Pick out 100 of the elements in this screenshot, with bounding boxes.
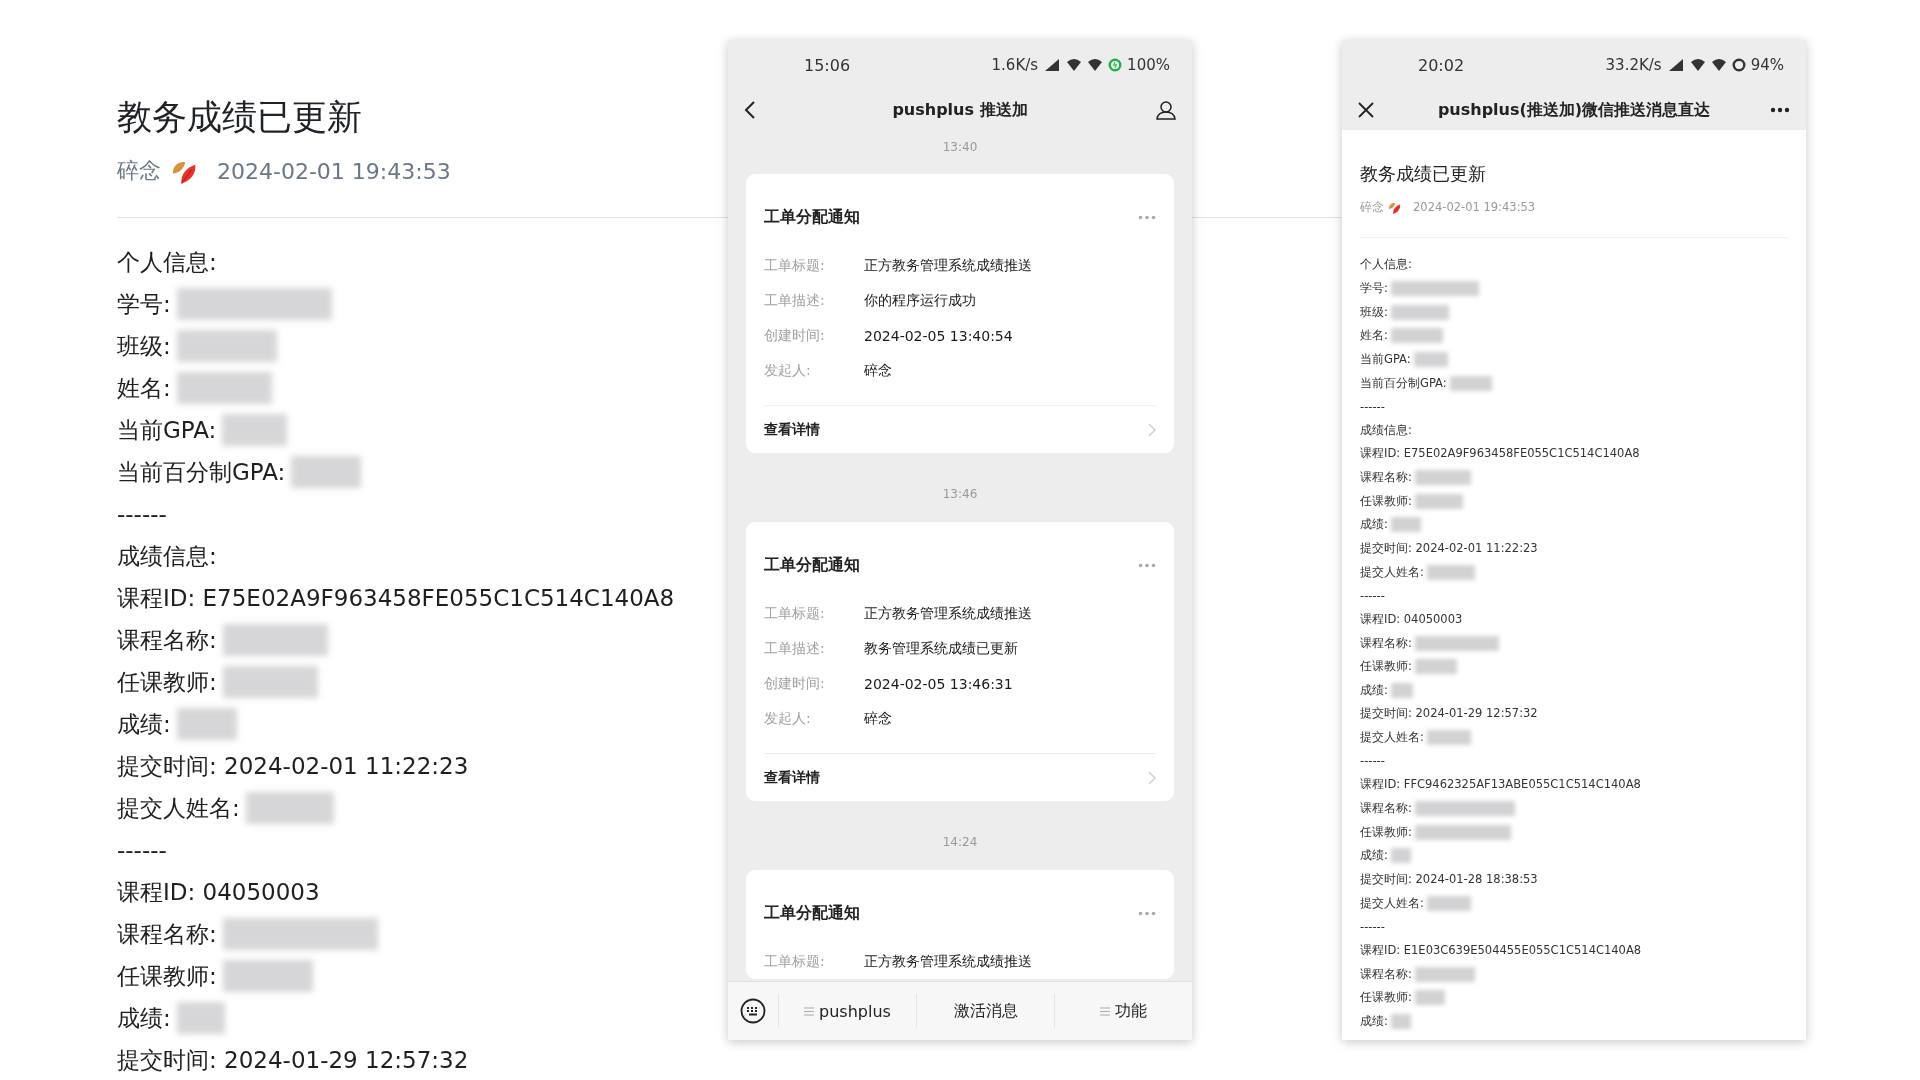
field-value: 正方教务管理系统成绩推送 (864, 952, 1032, 971)
field-label: 创建时间: (764, 674, 826, 693)
details-link[interactable]: 查看详情 (764, 768, 820, 787)
more-icon[interactable] (1770, 107, 1790, 113)
profile-icon[interactable] (1156, 100, 1176, 120)
menu-button[interactable]: pushplus (779, 994, 916, 1028)
text-line: 提交人姓名: (1360, 564, 1424, 580)
text-line: 课程名称: (1360, 966, 1412, 982)
menu-button[interactable]: 激活消息 (916, 994, 1054, 1028)
text-line: 学号: (117, 289, 171, 319)
card-title: 工单分配通知 (764, 206, 860, 228)
wifi-icon (1710, 58, 1727, 72)
text-line: 课程ID: E75E02A9F963458FE055C1C514C140A8 (1360, 446, 1640, 462)
field-value: 2024-02-05 13:40:54 (864, 327, 1013, 344)
text-line: ------ (1360, 919, 1385, 934)
text-line: 个人信息: (1360, 257, 1412, 273)
text-line: 课程名称: (1360, 635, 1412, 651)
field-value: 你的程序运行成功 (864, 291, 976, 310)
article-title: 教务成绩已更新 (1360, 162, 1487, 186)
field-value: 碎念 (864, 361, 892, 380)
timestamp: 2024-02-01 19:43:53 (1413, 200, 1536, 214)
text-line: 课程ID: E75E02A9F963458FE055C1C514C140A8 (117, 583, 675, 613)
text-line: 任课教师: (1360, 659, 1412, 675)
field-value: 正方教务管理系统成绩推送 (864, 604, 1032, 623)
text-line: 姓名: (117, 373, 171, 403)
text-line: 课程名称: (117, 625, 217, 655)
wifi-icon (1066, 58, 1083, 72)
clock-time: 20:02 (1418, 55, 1465, 75)
text-line: 提交时间: 2024-02-01 11:22:23 (117, 751, 469, 781)
page-title: 教务成绩已更新 (117, 96, 362, 139)
text-line: ------ (1360, 588, 1385, 603)
battery-level: 94% (1750, 56, 1784, 74)
author-name: 碎念 (1360, 199, 1384, 215)
field-label: 工单标题: (764, 256, 826, 275)
field-label: 创建时间: (764, 326, 826, 345)
text-line: 提交时间: 2024-02-01 11:22:23 (1360, 541, 1538, 556)
chat-title: pushplus(推送加)微信推送消息直达 (1436, 99, 1712, 121)
text-line: 成绩: (1360, 1013, 1388, 1029)
text-line: 提交人姓名: (1360, 730, 1424, 746)
text-line: 课程名称: (117, 919, 217, 949)
card-title: 工单分配通知 (764, 902, 860, 924)
text-line: 课程ID: 04050003 (117, 877, 320, 907)
field-value: 教务管理系统成绩已更新 (864, 639, 1018, 658)
text-line: 当前GPA: (117, 415, 217, 445)
author-name: 碎念 (117, 157, 161, 185)
text-line: 班级: (117, 331, 171, 361)
text-line: 课程名称: (1360, 470, 1412, 486)
text-line: 任课教师: (117, 961, 217, 991)
text-line: 提交时间: 2024-01-29 12:57:32 (117, 1045, 469, 1075)
text-line: 成绩: (1360, 848, 1388, 864)
menu-button[interactable]: 功能 (1054, 994, 1192, 1028)
message-time: 13:46 (941, 486, 979, 503)
text-line: 个人信息: (117, 247, 217, 277)
clock-time: 15:06 (804, 55, 851, 75)
field-label: 发起人: (764, 361, 812, 380)
wifi-icon (1087, 58, 1104, 72)
text-line: 提交时间: 2024-01-29 12:57:32 (1360, 706, 1538, 722)
chevron-icon (1148, 770, 1156, 785)
text-line: 成绩: (1360, 682, 1388, 698)
text-line: 任课教师: (117, 667, 217, 697)
text-line: 成绩: (1360, 517, 1388, 533)
text-line: 成绩信息: (117, 541, 217, 571)
text-line: ------ (1360, 399, 1385, 414)
message-time: 13:40 (941, 139, 979, 156)
network-speed: 1.6K/s (991, 56, 1039, 74)
timestamp: 2024-02-01 19:43:53 (217, 158, 451, 184)
close-icon[interactable] (1358, 102, 1374, 118)
network-speed: 33.2K/s (1605, 56, 1662, 74)
text-line: 姓名: (1360, 328, 1388, 344)
text-line: 学号: (1360, 280, 1388, 296)
chat-title: pushplus 推送加 (891, 99, 1029, 121)
field-label: 工单标题: (764, 604, 826, 623)
field-label: 工单标题: (764, 952, 826, 971)
text-line: 课程ID: E1E03C639E504455E055C1C514C140A8 (1360, 942, 1642, 958)
text-line: 提交人姓名: (117, 793, 240, 823)
battery-level: 100% (1127, 56, 1170, 74)
card-title: 工单分配通知 (764, 554, 860, 576)
field-value: 正方教务管理系统成绩推送 (864, 256, 1032, 275)
message-time: 14:24 (941, 834, 979, 851)
text-line: 提交时间: 2024-01-28 18:38:53 (1360, 871, 1538, 887)
text-line: 当前GPA: (1360, 351, 1411, 367)
text-line: 当前百分制GPA: (1360, 375, 1447, 391)
text-line: 任课教师: (1360, 824, 1412, 840)
text-line: 课程ID: FFC9462325AF13ABE055C1C514C140A8 (1360, 777, 1641, 793)
text-line: ------ (117, 501, 167, 527)
text-line: 当前百分制GPA: (117, 457, 286, 487)
text-line: 成绩信息: (1360, 422, 1412, 438)
field-label: 工单描述: (764, 639, 826, 658)
text-line: 提交人姓名: (1360, 895, 1424, 911)
text-line: 课程ID: 04050003 (1360, 611, 1463, 627)
signal-icon (1043, 58, 1062, 72)
field-label: 工单描述: (764, 291, 826, 310)
text-line: 任课教师: (1360, 990, 1412, 1006)
text-line: ------ (1360, 754, 1385, 769)
text-line: 任课教师: (1360, 493, 1412, 509)
details-link[interactable]: 查看详情 (764, 420, 820, 439)
keyboard-icon[interactable] (740, 998, 766, 1024)
back-icon[interactable] (744, 100, 756, 120)
text-line: 课程名称: (1360, 801, 1412, 817)
text-line: ------ (117, 837, 167, 863)
